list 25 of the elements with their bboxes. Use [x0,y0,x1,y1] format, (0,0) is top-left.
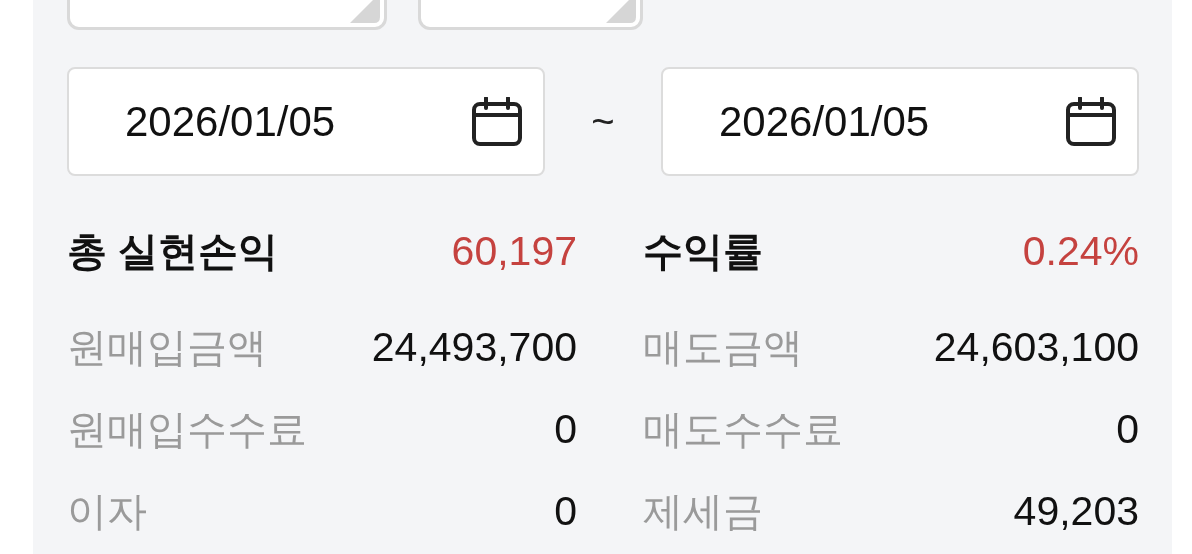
summary-value: 0 [554,487,577,535]
summary-label: 원매입수수료 [67,405,307,453]
summary-value: 0 [554,405,577,453]
date-value: 2026/01/05 [125,97,336,146]
summary-label: 제세금 [643,487,763,535]
summary-value: 0.24% [1022,227,1139,275]
summary-value: 49,203 [1013,487,1139,535]
summary-value: 24,603,100 [933,323,1139,371]
resize-corner-icon [606,0,636,23]
date-value: 2026/01/05 [719,97,930,146]
calendar-icon[interactable] [1065,96,1117,147]
range-separator: ~ [590,99,616,144]
summary-label: 이자 [67,487,147,535]
end-date-field[interactable]: 2026/01/05 [661,67,1139,176]
summary-value: 60,197 [451,227,577,275]
start-date-field[interactable]: 2026/01/05 [67,67,545,176]
summary-heading: 수익률 [643,227,763,275]
summary-heading: 총 실현손익 [67,227,279,275]
summary-label: 매도수수료 [643,405,843,453]
resize-corner-icon [350,0,380,23]
summary-label: 매도금액 [643,323,803,371]
calendar-icon[interactable] [471,96,523,147]
summary-label: 원매입금액 [67,323,267,371]
summary-value: 24,493,700 [371,323,577,371]
summary-value: 0 [1116,405,1139,453]
